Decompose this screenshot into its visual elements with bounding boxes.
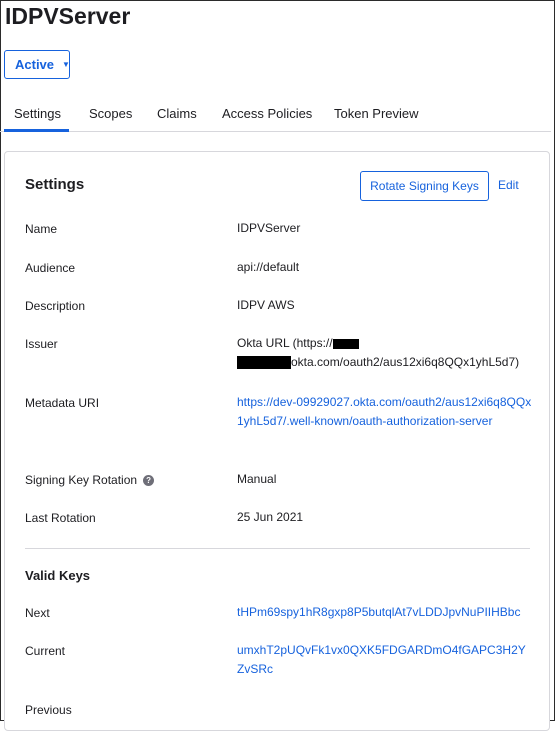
issuer-prefix: Okta URL (https:// — [237, 336, 333, 350]
issuer-suffix: okta.com/oauth2/aus12xi6q8QQx1yhL5d7) — [291, 355, 520, 369]
active-tab-indicator — [4, 129, 69, 132]
rotate-signing-keys-button[interactable]: Rotate Signing Keys — [360, 171, 489, 201]
question-icon[interactable]: ? — [143, 475, 155, 487]
redaction-mark — [237, 356, 291, 370]
last-rotation-label: Last Rotation — [25, 511, 96, 525]
description-label: Description — [25, 299, 86, 313]
edit-link[interactable]: Edit — [498, 178, 519, 192]
issuer-value: Okta URL (https:// okta.com/oauth2/aus12… — [237, 334, 537, 372]
tab-scopes[interactable]: Scopes — [89, 96, 132, 130]
status-label: Active — [15, 57, 55, 72]
metadata-uri-link[interactable]: https://dev-09929027.okta.com/oauth2/aus… — [237, 393, 532, 431]
section-divider — [25, 548, 530, 549]
metadata-uri-label: Metadata URI — [25, 396, 100, 410]
signing-key-rotation-label: Signing Key Rotation? — [25, 473, 155, 487]
settings-title: Settings — [25, 176, 85, 193]
issuer-label: Issuer — [25, 337, 58, 351]
audience-label: Audience — [25, 261, 76, 275]
description-value: IDPV AWS — [237, 298, 295, 312]
valid-keys-title: Valid Keys — [25, 568, 91, 583]
next-key-label: Next — [25, 606, 50, 620]
tab-bar: Settings Scopes Claims Access Policies T… — [0, 96, 551, 132]
redaction-mark — [332, 338, 359, 349]
current-key-label: Current — [25, 644, 66, 658]
chevron-down-icon: ▼ — [62, 59, 70, 69]
current-key-link[interactable]: umxhT2pUQvFk1vx0QXK5FDGARDmO4fGAPC3H2YZv… — [237, 641, 529, 679]
name-value: IDPVServer — [237, 221, 301, 235]
name-label: Name — [25, 222, 58, 236]
tab-access-policies[interactable]: Access Policies — [222, 96, 312, 130]
signing-key-rotation-value: Manual — [237, 472, 277, 486]
next-key-link[interactable]: tHPm69spy1hR8gxp8P5butqlAt7vLDDJpvNuPIIH… — [237, 603, 537, 622]
audience-value: api://default — [237, 260, 300, 274]
last-rotation-value: 25 Jun 2021 — [237, 510, 304, 524]
page-title: IDPVServer — [5, 3, 131, 29]
status-dropdown[interactable]: Active ▼ — [4, 50, 70, 79]
previous-key-label: Previous — [25, 703, 72, 717]
tab-settings[interactable]: Settings — [14, 96, 61, 130]
tab-token-preview[interactable]: Token Preview — [334, 96, 419, 130]
tab-claims[interactable]: Claims — [157, 96, 197, 130]
signing-key-rotation-text: Signing Key Rotation — [25, 473, 138, 487]
